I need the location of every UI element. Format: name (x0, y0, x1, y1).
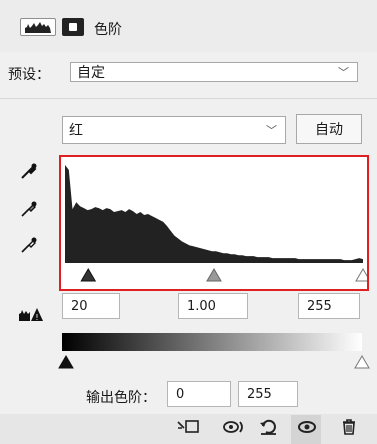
input-gamma-slider[interactable] (206, 268, 222, 282)
view-previous-state-icon[interactable] (222, 418, 246, 440)
input-gamma-field[interactable]: 1.00 (178, 293, 248, 319)
chevron-down-icon: ﹀ (266, 124, 277, 137)
preset-label: 预设： (8, 67, 50, 83)
visibility-icon[interactable] (296, 418, 318, 440)
input-white-field[interactable]: 255 (298, 293, 360, 319)
panel-title: 色阶 (94, 22, 122, 38)
white-point-eyedropper-icon[interactable] (20, 236, 38, 258)
output-gradient (62, 333, 362, 351)
output-white-field[interactable]: 255 (238, 381, 298, 407)
chevron-down-icon: ﹀ (338, 66, 349, 79)
auto-clip-warning-icon: ! (18, 305, 46, 327)
histogram-frame (59, 155, 371, 291)
levels-icon[interactable] (20, 18, 56, 36)
preset-dropdown[interactable]: 自定 ﹀ (70, 62, 358, 82)
output-white-slider[interactable] (354, 354, 370, 373)
reset-icon[interactable] (258, 418, 280, 440)
delete-icon[interactable] (340, 418, 358, 440)
mask-icon[interactable] (62, 18, 84, 36)
input-black-field[interactable]: 20 (62, 293, 120, 319)
output-levels-label: 输出色阶： (86, 390, 156, 406)
svg-text:!: ! (35, 313, 38, 322)
channel-value: 红 (69, 123, 83, 139)
divider (0, 98, 377, 99)
histogram (65, 165, 371, 282)
gray-point-eyedropper-icon[interactable] (20, 200, 38, 222)
channel-dropdown[interactable]: 红 ﹀ (62, 116, 286, 144)
preset-value: 自定 (77, 65, 105, 81)
output-black-field[interactable]: 0 (167, 381, 231, 407)
black-point-eyedropper-icon[interactable] (20, 162, 38, 184)
input-black-slider[interactable] (80, 268, 97, 282)
auto-button[interactable]: 自动 (296, 114, 362, 144)
output-black-slider[interactable] (58, 354, 74, 373)
properties-header (0, 0, 377, 52)
clip-to-layer-icon[interactable] (176, 418, 202, 440)
input-white-slider[interactable] (355, 268, 371, 282)
